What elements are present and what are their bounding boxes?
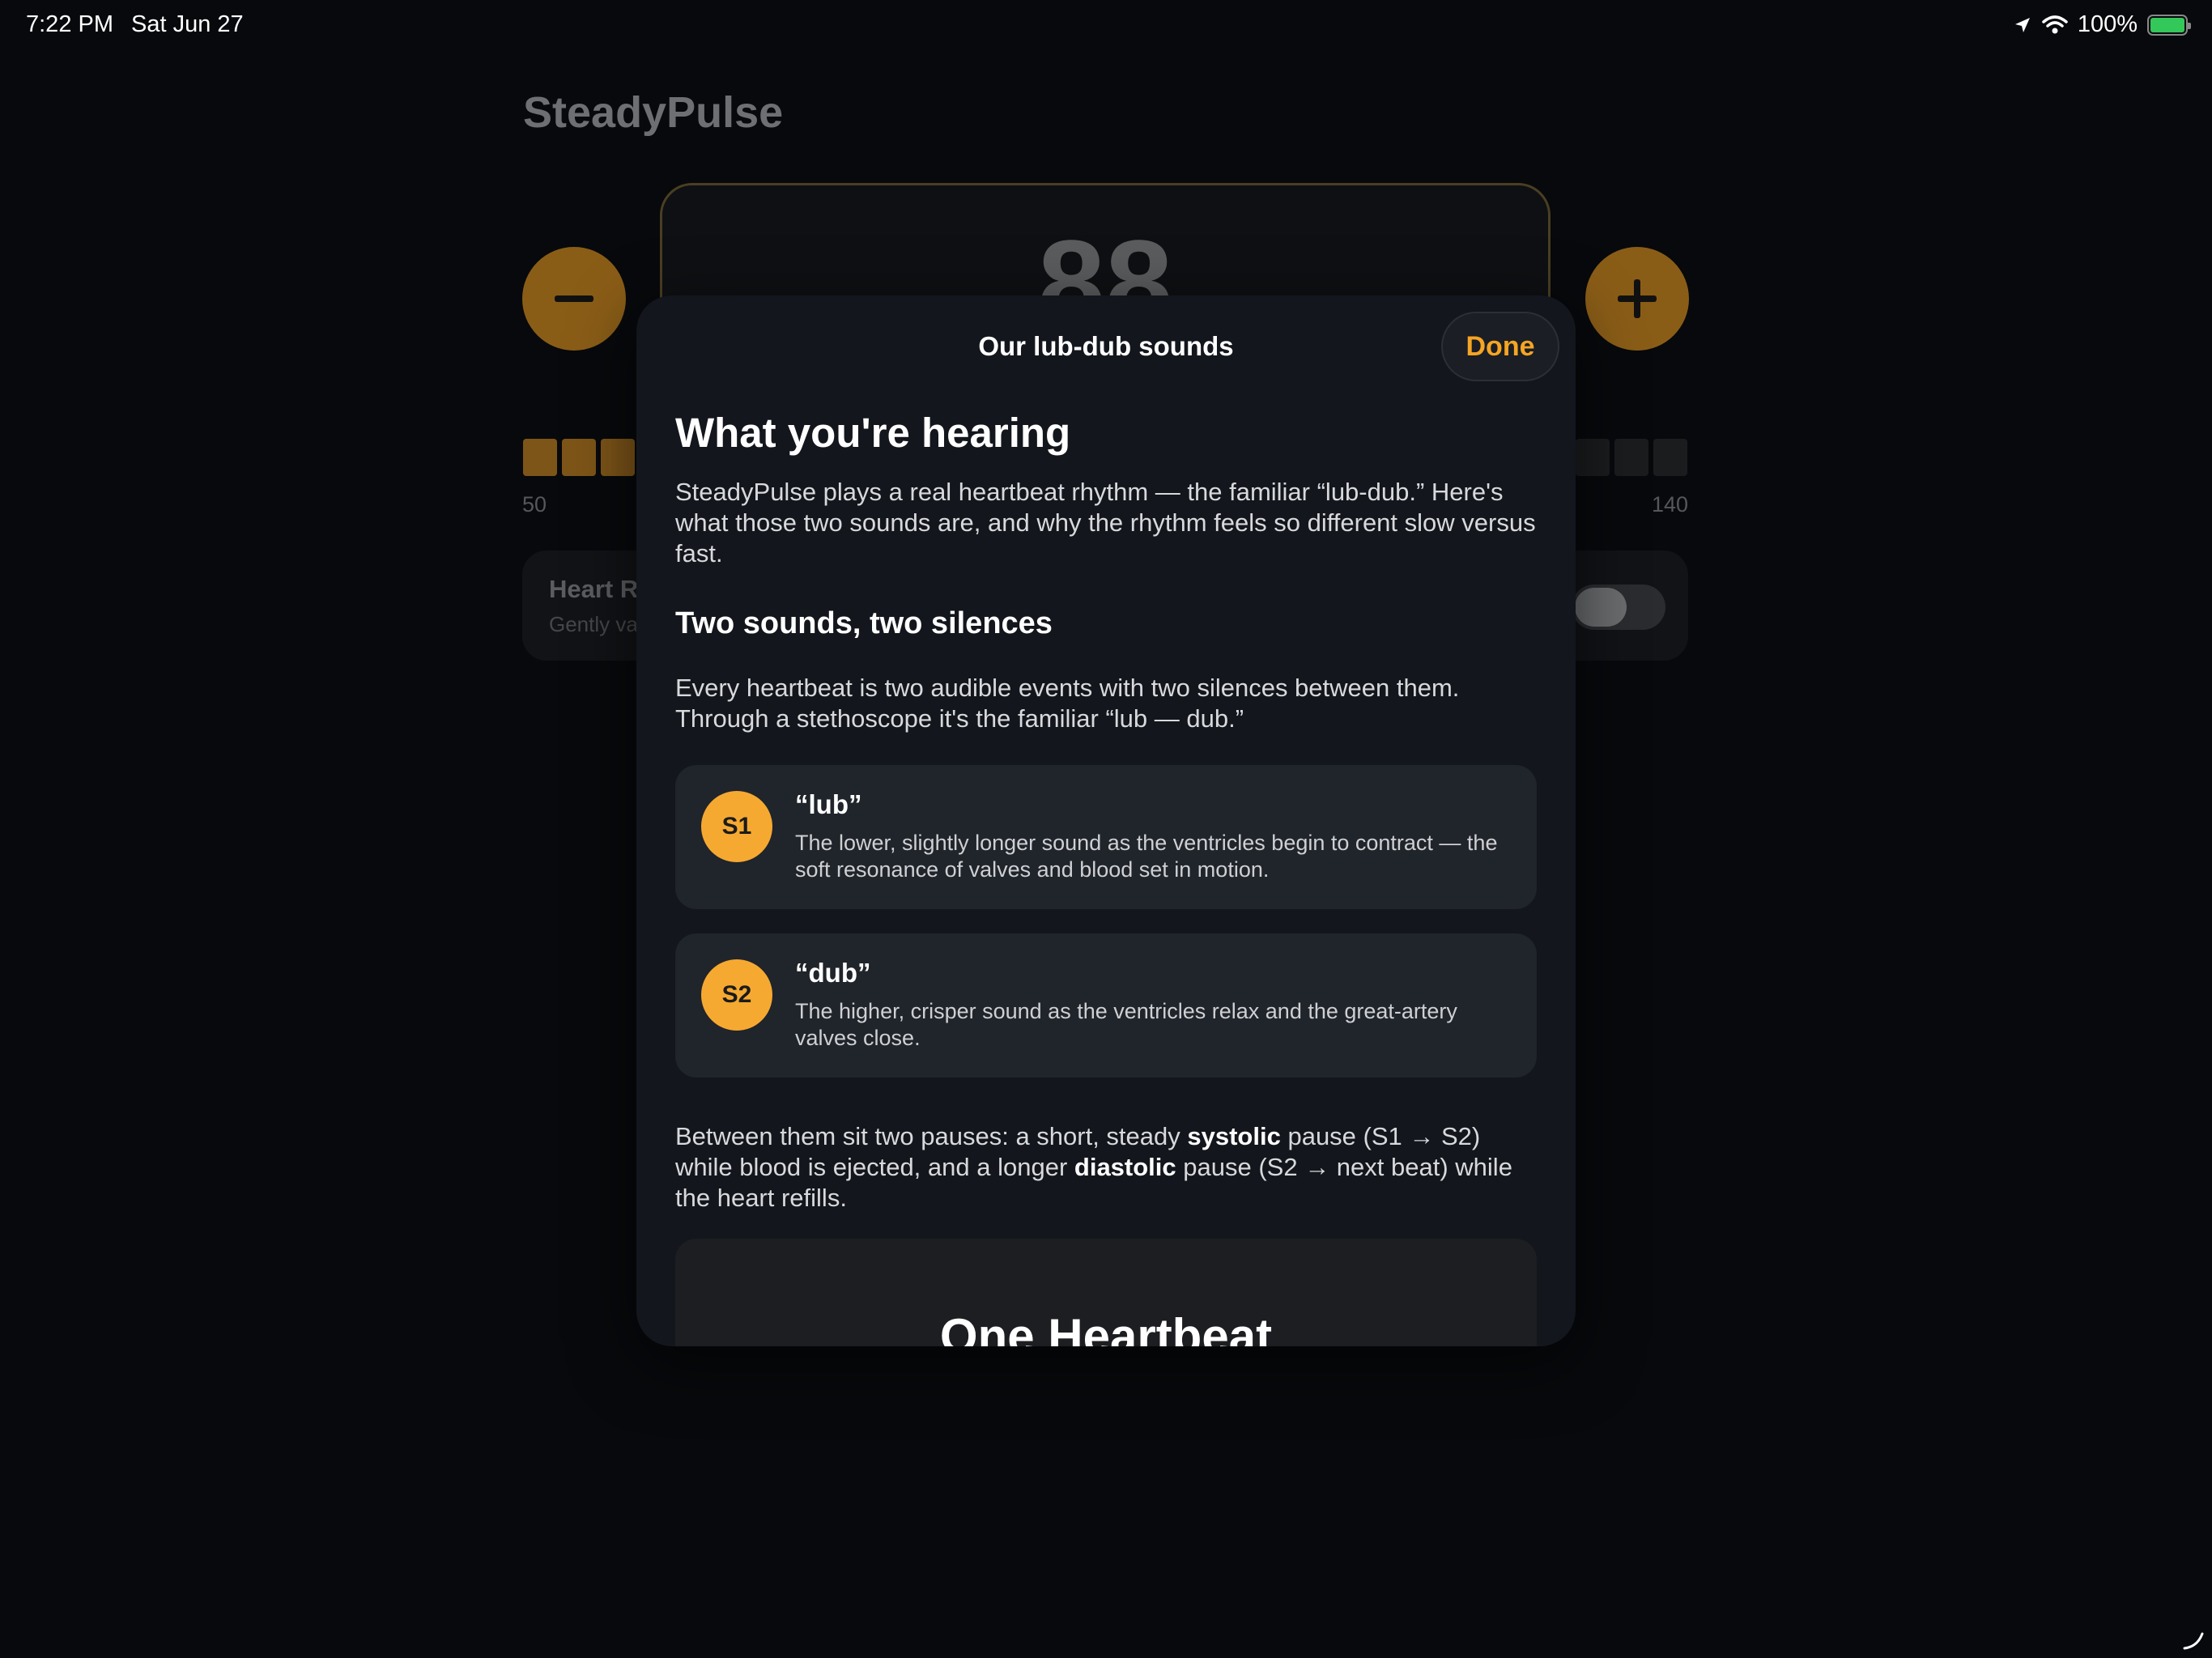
decrease-bpm-button[interactable] (522, 247, 626, 351)
bpm-segment (1653, 439, 1687, 476)
heart-card-subtitle: Gently va (549, 612, 638, 636)
bpm-segment (1614, 439, 1648, 476)
info-sheet: Our lub-dub sounds Done What you're hear… (636, 295, 1576, 1346)
sound-title: “lub” (795, 789, 862, 819)
app-title: SteadyPulse (523, 88, 784, 137)
heart-rate-toggle[interactable] (1572, 585, 1665, 630)
done-button[interactable]: Done (1441, 312, 1559, 381)
range-max-label: 140 (1651, 492, 1688, 517)
sheet-title: Our lub-dub sounds (978, 331, 1234, 361)
heart-card-title: Heart R (549, 575, 639, 603)
s2-badge: S2 (701, 959, 772, 1031)
diagram-title: One Heartbeat (939, 1309, 1273, 1346)
increase-bpm-button[interactable] (1585, 247, 1689, 351)
intro-paragraph: SteadyPulse plays a real heartbeat rhyth… (675, 478, 1536, 568)
s1-badge: S1 (701, 791, 772, 862)
subsection-paragraph: Every heartbeat is two audible events wi… (675, 674, 1460, 733)
sound-card-s1: S1 “lub” The lower, slightly longer soun… (675, 765, 1537, 909)
bpm-segment (601, 439, 635, 476)
subsection-heading: Two sounds, two silences (675, 606, 1053, 640)
section-heading: What you're hearing (675, 410, 1071, 456)
bpm-segment (1576, 439, 1610, 476)
pauses-paragraph: Between them sit two pauses: a short, st… (675, 1122, 1512, 1212)
corner-resize-icon (2183, 1632, 2204, 1650)
toggle-knob (1575, 588, 1627, 627)
sound-title: “dub” (795, 958, 871, 988)
sound-card-s2: S2 “dub” The higher, crisper sound as th… (675, 933, 1537, 1078)
sound-description: The higher, crisper sound as the ventric… (795, 999, 1457, 1050)
bpm-segment (523, 439, 557, 476)
range-min-label: 50 (522, 492, 547, 517)
sound-description: The lower, slightly longer sound as the … (795, 831, 1498, 882)
minus-icon (555, 295, 593, 302)
bpm-segment (562, 439, 596, 476)
plus-icon (1618, 279, 1657, 318)
